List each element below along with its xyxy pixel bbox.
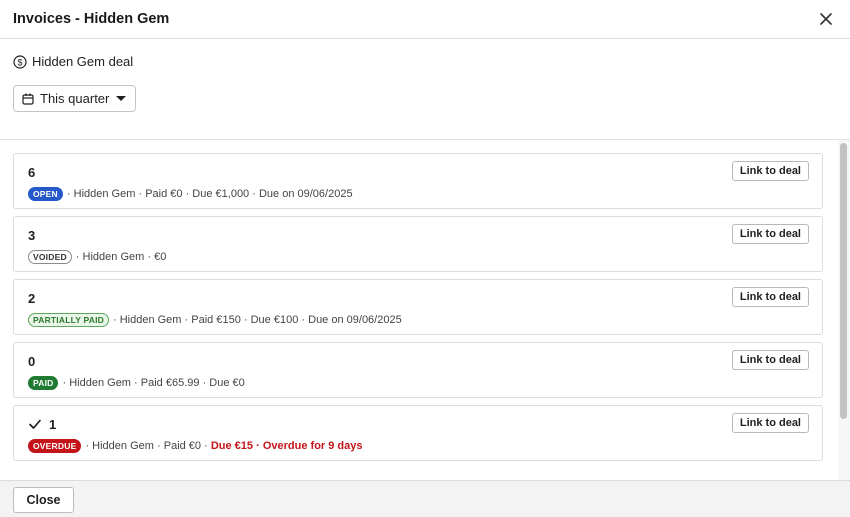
separator: ·	[134, 377, 138, 389]
close-icon[interactable]	[816, 9, 836, 29]
svg-text:$: $	[17, 57, 22, 67]
invoice-card[interactable]: 6 Link to deal OPEN · Hidden Gem · Paid …	[13, 153, 823, 209]
invoice-card[interactable]: 3 Link to deal VOIDED · Hidden Gem · €0	[13, 216, 823, 272]
customer-name: Hidden Gem	[73, 188, 136, 200]
calendar-icon	[22, 93, 34, 105]
amount: €0	[154, 251, 167, 263]
scrollbar-thumb[interactable]	[840, 143, 847, 419]
paid-amount: Paid €150	[191, 314, 241, 326]
link-to-deal-button[interactable]: Link to deal	[731, 413, 809, 433]
link-to-deal-button[interactable]: Link to deal	[731, 287, 809, 307]
date-range-label: This quarter	[40, 91, 110, 106]
separator: ·	[157, 440, 161, 452]
separator: ·	[301, 314, 306, 326]
paid-amount: Paid €65.99	[140, 377, 200, 389]
invoice-number: 2	[28, 291, 36, 306]
invoice-number: 3	[28, 228, 36, 243]
separator: ·	[202, 377, 207, 389]
invoice-meta: OPEN · Hidden Gem · Paid €0 · Due €1,000…	[28, 187, 353, 201]
due-amount: Due €1,000	[192, 188, 250, 200]
status-badge: PAID	[28, 376, 59, 390]
separator: ·	[66, 188, 71, 200]
deal-name: Hidden Gem deal	[32, 54, 134, 69]
separator: ·	[85, 440, 90, 452]
customer-name: Hidden Gem	[119, 314, 182, 326]
due-date: Due on 09/06/2025	[308, 314, 402, 326]
paid-amount: Paid €0	[145, 188, 183, 200]
separator: ·	[75, 251, 80, 263]
dollar-circle-icon: $	[13, 54, 27, 69]
due-amount: Due €0	[209, 377, 245, 389]
invoice-meta: PAID · Hidden Gem · Paid €65.99 · Due €0	[28, 376, 245, 390]
invoice-number: 6	[28, 165, 36, 180]
dialog-header: Invoices - Hidden Gem	[0, 0, 850, 39]
due-amount: Due €15	[210, 440, 254, 452]
due-amount: Due €100	[250, 314, 299, 326]
separator: ·	[138, 188, 143, 200]
dialog-footer	[0, 480, 850, 517]
separator: ·	[185, 188, 190, 200]
invoice-card-selected[interactable]: 1 Link to deal OVERDUE · Hidden Gem · Pa…	[13, 405, 823, 461]
invoice-meta: PARTIALLY PAID · Hidden Gem · Paid €150 …	[28, 313, 402, 327]
invoice-card[interactable]: 2 Link to deal PARTIALLY PAID · Hidden G…	[13, 279, 823, 335]
separator: ·	[62, 377, 67, 389]
date-range-dropdown[interactable]: This quarter	[13, 85, 136, 112]
status-badge: OVERDUE	[28, 439, 82, 453]
invoice-number: 0	[28, 354, 36, 369]
separator: ·	[184, 314, 189, 326]
link-to-deal-button[interactable]: Link to deal	[731, 224, 809, 244]
separator: ·	[252, 188, 256, 200]
separator: ·	[204, 440, 208, 452]
link-to-deal-button[interactable]: Link to deal	[731, 161, 809, 181]
separator: ·	[147, 251, 152, 263]
separator: ·	[243, 314, 248, 326]
status-badge: VOIDED	[28, 250, 72, 264]
link-to-deal-button[interactable]: Link to deal	[731, 350, 809, 370]
status-badge: PARTIALLY PAID	[28, 313, 109, 327]
caret-down-icon	[116, 96, 126, 101]
invoice-number: 1	[49, 417, 57, 432]
checkmark-icon	[29, 419, 41, 429]
customer-name: Hidden Gem	[82, 251, 145, 263]
invoice-meta: VOIDED · Hidden Gem · €0	[28, 250, 166, 264]
due-date: Due on 09/06/2025	[258, 188, 353, 200]
customer-name: Hidden Gem	[69, 377, 131, 389]
invoice-card[interactable]: 0 Link to deal PAID · Hidden Gem · Paid …	[13, 342, 823, 398]
separator: ·	[256, 440, 260, 452]
invoice-meta: OVERDUE · Hidden Gem · Paid €0 · Due €15…	[28, 439, 363, 453]
dialog-title: Invoices - Hidden Gem	[13, 11, 170, 27]
customer-name: Hidden Gem	[92, 440, 154, 452]
close-button[interactable]: Close	[13, 487, 74, 513]
overdue-text: Overdue for 9 days	[262, 440, 363, 452]
status-badge: OPEN	[28, 187, 63, 201]
paid-amount: Paid €0	[163, 440, 202, 452]
separator: ·	[112, 314, 117, 326]
deal-label-row: $ Hidden Gem deal	[13, 54, 133, 69]
invoice-list: 6 Link to deal OPEN · Hidden Gem · Paid …	[0, 140, 850, 480]
